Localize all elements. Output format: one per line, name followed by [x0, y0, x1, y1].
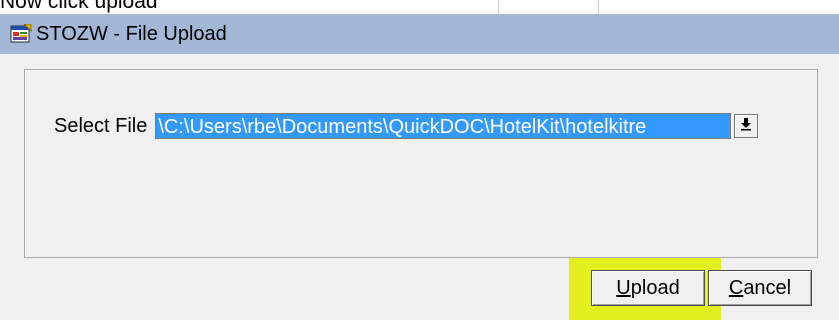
upload-mnemonic: U [616, 276, 631, 299]
title-bar[interactable]: STOZW - File Upload [0, 14, 839, 54]
app-window-icon [10, 23, 32, 44]
file-select-row: Select File \C:\Users\rbe\Documents\Quic… [54, 111, 759, 141]
browse-dropdown-button[interactable] [734, 114, 759, 138]
dropdown-arrow-icon [740, 117, 752, 136]
cancel-label: ancel [743, 276, 792, 299]
window-title: STOZW - File Upload [36, 22, 227, 45]
file-selection-panel [24, 69, 818, 258]
file-path-input[interactable]: \C:\Users\rbe\Documents\QuickDOC\HotelKi… [155, 113, 732, 139]
file-upload-dialog: STOZW - File Upload Select File \C:\User… [0, 14, 839, 320]
cropped-instruction-text: Now click upload [0, 0, 158, 13]
upload-label: pload [630, 276, 680, 299]
cancel-mnemonic: C [728, 276, 744, 299]
select-file-label: Select File [54, 114, 148, 137]
screenshot-root: Now click upload STOZW - File Upload Sel… [0, 0, 839, 320]
cancel-button[interactable]: Cancel [708, 270, 812, 306]
top-divider [498, 0, 499, 14]
top-divider [598, 0, 599, 14]
upload-button[interactable]: Upload [591, 270, 705, 306]
